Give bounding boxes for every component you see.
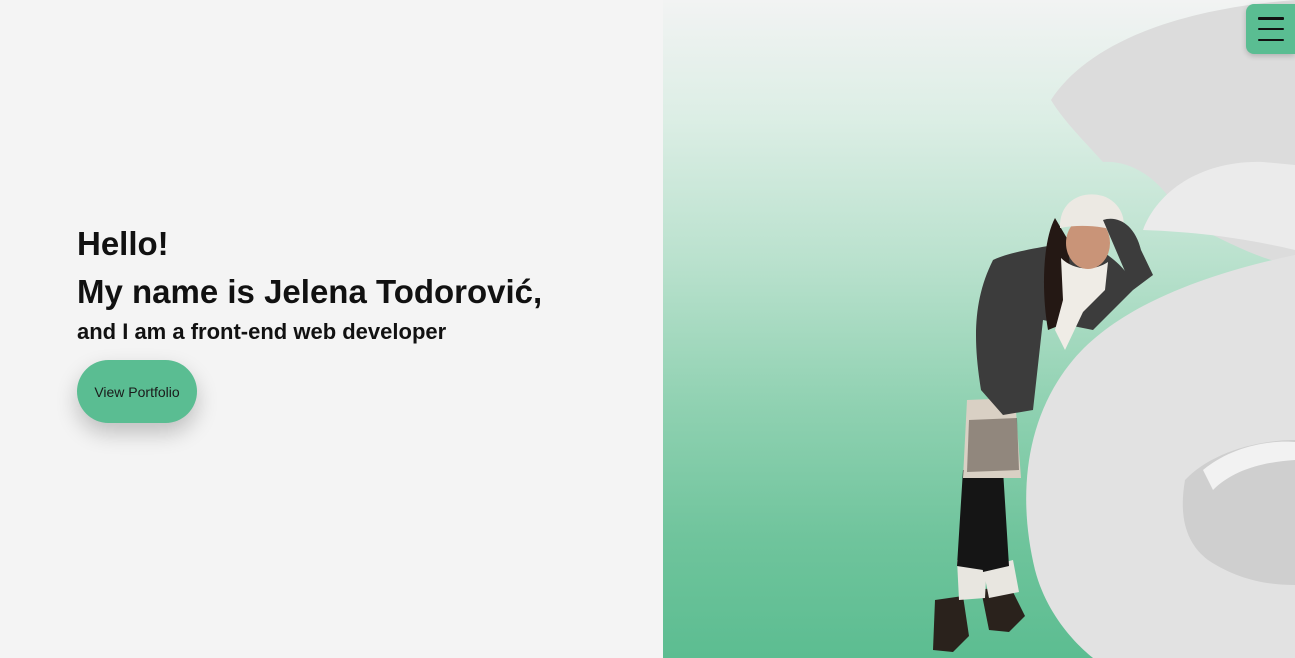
menu-icon-bar-top (1257, 17, 1284, 20)
menu-icon-bar-middle (1257, 27, 1284, 31)
hero-intro-panel: Hello! My name is Jelena Todorović, and … (0, 0, 663, 658)
menu-button[interactable] (1246, 4, 1295, 54)
hero-photo (933, 0, 1295, 658)
legs (957, 470, 1009, 572)
landing-page: Hello! My name is Jelena Todorović, and … (0, 0, 1295, 658)
boot-left (933, 596, 969, 652)
view-portfolio-button[interactable]: View Portfolio (77, 360, 197, 423)
hamburger-menu-icon (1257, 17, 1284, 41)
hero-text-block: Hello! My name is Jelena Todorović, and … (77, 224, 542, 346)
hero-greeting: Hello! (77, 225, 169, 262)
dress-pattern (967, 418, 1019, 472)
hero-name-heading: My name is Jelena Todorović, (77, 273, 543, 310)
menu-icon-bar-bottom (1257, 38, 1284, 41)
hero-role-subheading: and I am a front-end web developer (77, 319, 447, 344)
hero-image-panel (663, 0, 1295, 658)
